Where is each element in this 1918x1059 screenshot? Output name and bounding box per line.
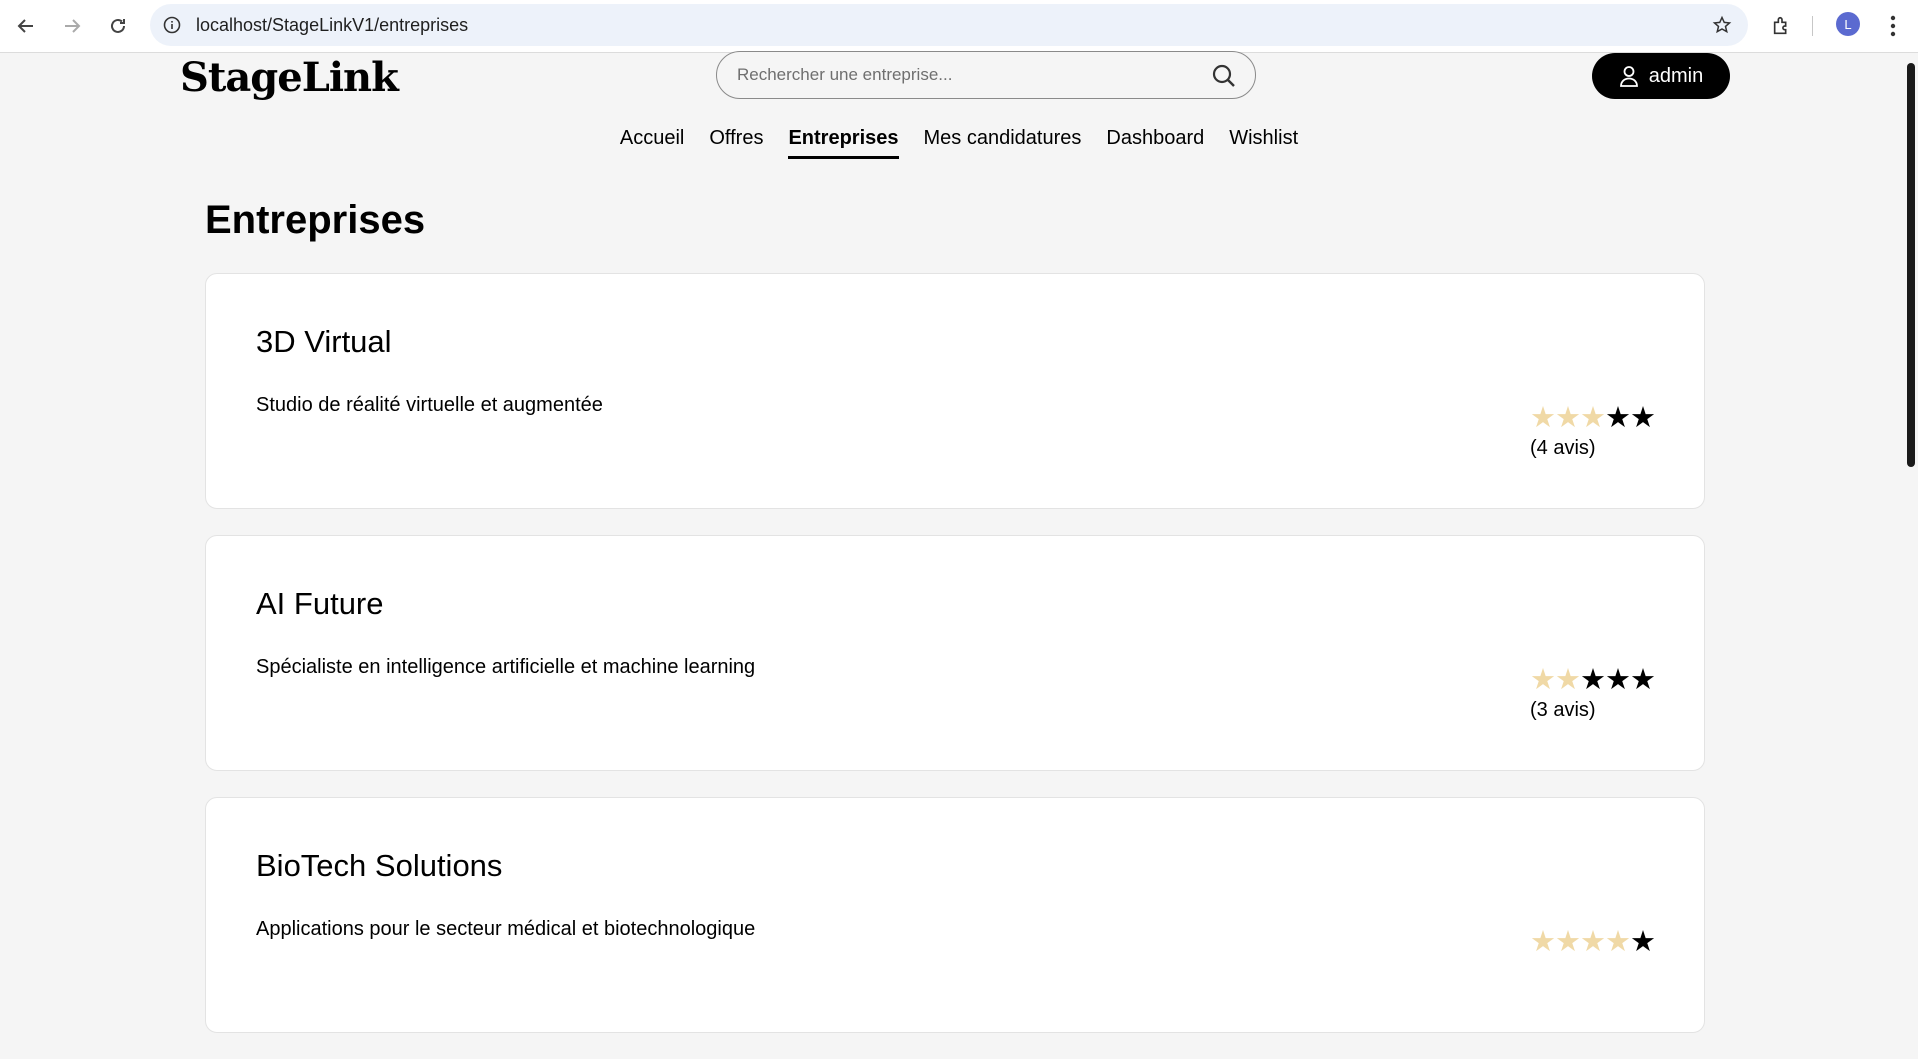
company-name[interactable]: AI Future <box>256 586 384 622</box>
star-rating: ★★★★★ <box>1530 664 1656 696</box>
toolbar-divider <box>1812 16 1813 36</box>
star-rating: ★★★★★ <box>1530 402 1656 434</box>
user-icon <box>1619 66 1638 87</box>
more-menu-icon[interactable] <box>1878 10 1908 42</box>
nav-entreprises[interactable]: Entreprises <box>788 124 899 159</box>
extensions-icon[interactable] <box>1766 10 1798 42</box>
company-rating: ★★★★★ (4 avis) <box>1530 402 1656 460</box>
company-rating: ★★★★★ (3 avis) <box>1530 664 1656 722</box>
company-rating: ★★★★★ <box>1530 926 1656 961</box>
company-name[interactable]: 3D Virtual <box>256 324 392 360</box>
company-card[interactable]: BioTech Solutions Applications pour le s… <box>205 797 1705 1033</box>
search-input[interactable] <box>737 52 1197 98</box>
company-name[interactable]: BioTech Solutions <box>256 848 502 884</box>
star-empty-icon: ★ <box>1630 402 1656 434</box>
bookmark-star-icon[interactable] <box>1710 13 1734 37</box>
star-filled-icon: ★ <box>1605 926 1631 958</box>
nav-offres[interactable]: Offres <box>709 124 763 159</box>
star-empty-icon: ★ <box>1630 926 1656 958</box>
star-filled-icon: ★ <box>1555 402 1581 434</box>
star-filled-icon: ★ <box>1555 926 1581 958</box>
review-count: (3 avis) <box>1530 699 1596 721</box>
star-empty-icon: ★ <box>1580 664 1606 696</box>
company-search[interactable] <box>716 51 1256 99</box>
forward-icon[interactable] <box>56 10 88 42</box>
star-filled-icon: ★ <box>1530 664 1556 696</box>
page-scrollbar[interactable] <box>1904 53 1918 963</box>
company-card[interactable]: 3D Virtual Studio de réalité virtuelle e… <box>205 273 1705 509</box>
main-navigation: Accueil Offres Entreprises Mes candidatu… <box>0 124 1918 159</box>
star-empty-icon: ★ <box>1605 664 1631 696</box>
nav-dashboard[interactable]: Dashboard <box>1106 124 1204 159</box>
site-logo[interactable]: StageLink <box>180 52 399 104</box>
star-filled-icon: ★ <box>1555 664 1581 696</box>
star-rating: ★★★★★ <box>1530 926 1656 958</box>
review-count: (4 avis) <box>1530 437 1596 459</box>
browser-toolbar: localhost/StageLinkV1/entreprises L <box>0 0 1918 53</box>
company-description: Applications pour le secteur médical et … <box>256 918 756 940</box>
company-description: Spécialiste en intelligence artificielle… <box>256 656 756 678</box>
nav-mes-candidatures[interactable]: Mes candidatures <box>924 124 1082 159</box>
star-empty-icon: ★ <box>1605 402 1631 434</box>
user-account-button[interactable]: admin <box>1592 53 1730 99</box>
user-name: admin <box>1648 64 1704 87</box>
back-icon[interactable] <box>10 10 42 42</box>
url-text[interactable]: localhost/StageLinkV1/entreprises <box>196 4 468 46</box>
reload-icon[interactable] <box>102 10 134 42</box>
nav-accueil[interactable]: Accueil <box>620 124 684 159</box>
page-title: Entreprises <box>205 198 426 242</box>
search-icon[interactable] <box>1211 63 1237 89</box>
nav-wishlist[interactable]: Wishlist <box>1229 124 1298 159</box>
star-filled-icon: ★ <box>1580 926 1606 958</box>
star-filled-icon: ★ <box>1580 402 1606 434</box>
profile-avatar[interactable]: L <box>1836 12 1860 36</box>
star-empty-icon: ★ <box>1630 664 1656 696</box>
company-description: Studio de réalité virtuelle et augmentée <box>256 394 603 416</box>
company-list: 3D Virtual Studio de réalité virtuelle e… <box>205 273 1705 1059</box>
address-bar[interactable]: localhost/StageLinkV1/entreprises <box>150 4 1748 46</box>
star-filled-icon: ★ <box>1530 402 1556 434</box>
company-card[interactable]: AI Future Spécialiste en intelligence ar… <box>205 535 1705 771</box>
star-filled-icon: ★ <box>1530 926 1556 958</box>
site-info-icon[interactable] <box>160 13 184 37</box>
